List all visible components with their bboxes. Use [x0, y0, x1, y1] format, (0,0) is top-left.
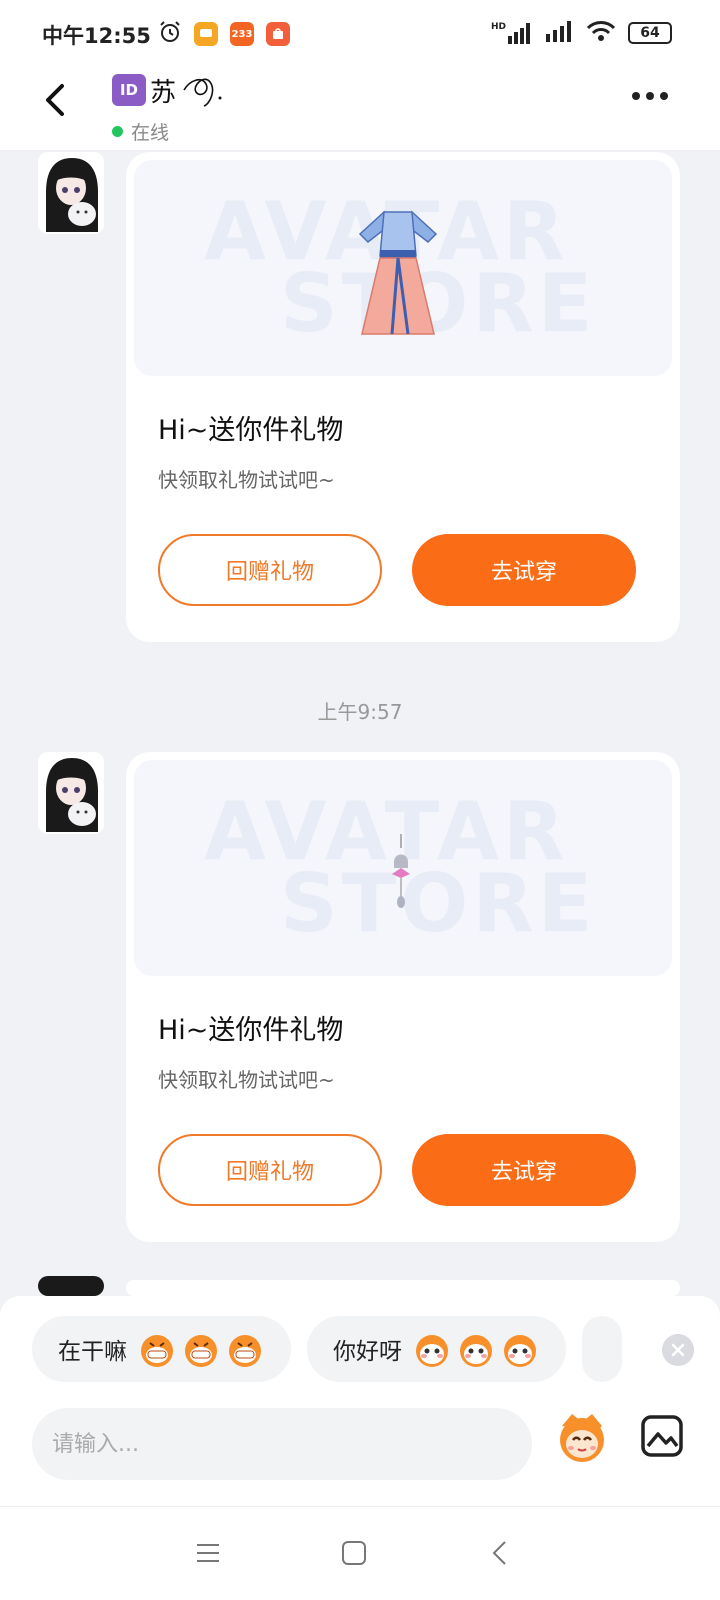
try-on-button[interactable]: 去试穿 [412, 534, 636, 606]
status-time: 中午12:55 [42, 24, 151, 48]
try-on-button[interactable]: 去试穿 [412, 1134, 636, 1206]
mascot-emoji-icon [560, 1414, 604, 1462]
online-indicator: 在线 [112, 118, 169, 145]
message-app-icon [194, 22, 218, 46]
return-gift-button[interactable]: 回赠礼物 [158, 534, 382, 606]
hanfu-dress-icon [358, 210, 438, 335]
time-divider: 上午9:57 [317, 700, 403, 724]
online-dot [112, 126, 123, 137]
back-button[interactable] [36, 80, 76, 120]
more-dot [660, 92, 668, 100]
close-quick-replies-button[interactable] [662, 1334, 694, 1366]
blushing-mascot-icon [504, 1335, 536, 1367]
nav-menu-button[interactable] [190, 1535, 226, 1571]
signature-squiggle-icon [180, 68, 224, 112]
home-square-icon [342, 1541, 366, 1565]
chevron-left-icon [492, 1541, 506, 1565]
status-indicators: HD 64 [491, 20, 672, 46]
sender-avatar[interactable] [38, 752, 104, 834]
return-gift-button[interactable]: 回赠礼物 [158, 1134, 382, 1206]
quick-reply-chip[interactable]: 在干嘛 [32, 1316, 291, 1382]
image-icon [641, 1415, 683, 1457]
blushing-mascot-icon [460, 1335, 492, 1367]
more-dot [632, 92, 640, 100]
close-icon [671, 1343, 685, 1357]
nav-home-button[interactable] [336, 1535, 372, 1571]
nav-back-button[interactable] [482, 1535, 518, 1571]
contact-title[interactable]: ID 苏 [112, 68, 224, 112]
battery-icon: 64 [628, 22, 672, 44]
gift-image-area[interactable]: AVATAR STORE [134, 760, 672, 976]
bell-charm-icon [392, 834, 410, 908]
grinning-mascot-icon [141, 1335, 173, 1367]
status-bar: 中午12:55 233 HD 64 [0, 0, 720, 62]
gift-subtitle: 快领取礼物试试吧~ [158, 1068, 335, 1092]
chat-header: ID 苏 在线 [0, 62, 720, 150]
gift-title: Hi~送你件礼物 [158, 1015, 344, 1046]
grinning-mascot-icon [229, 1335, 261, 1367]
chevron-left-icon [46, 84, 64, 116]
status-app-icons: 233 [158, 20, 290, 48]
more-options-button[interactable] [632, 92, 668, 100]
grinning-mascot-icon [185, 1335, 217, 1367]
more-dot [646, 92, 654, 100]
system-nav-bar [0, 1506, 720, 1600]
quick-reply-chip[interactable] [582, 1316, 622, 1382]
hd-signal-icon: HD [491, 22, 534, 44]
gift-title: Hi~送你件礼物 [158, 415, 344, 446]
blushing-mascot-icon [416, 1335, 448, 1367]
emoji-button[interactable] [552, 1406, 612, 1466]
quick-reply-text: 在干嘛 [58, 1339, 127, 1365]
app-233-icon: 233 [230, 22, 254, 46]
sender-avatar[interactable] [38, 1276, 104, 1296]
image-picker-button[interactable] [640, 1414, 684, 1458]
gift-card[interactable] [126, 1280, 680, 1296]
quick-reply-list[interactable]: 在干嘛 你好呀 [32, 1316, 622, 1382]
alarm-icon [158, 20, 182, 48]
shop-app-icon [266, 22, 290, 46]
quick-reply-chip[interactable]: 你好呀 [307, 1316, 566, 1382]
signal-icon [546, 20, 574, 46]
menu-icon [197, 1544, 219, 1562]
contact-name: 苏 [150, 77, 177, 108]
id-badge: ID [112, 74, 146, 106]
sender-avatar[interactable] [38, 152, 104, 234]
online-status: 在线 [131, 122, 170, 144]
gift-subtitle: 快领取礼物试试吧~ [158, 468, 335, 492]
gift-image-area[interactable]: AVATAR STORE [134, 160, 672, 376]
gift-card[interactable]: AVATAR STORE Hi~送你件礼物 快领取礼物试试吧~ 回赠礼物 去试穿 [126, 752, 680, 1242]
message-input[interactable] [32, 1408, 532, 1480]
wifi-icon [586, 20, 616, 46]
quick-reply-text: 你好呀 [333, 1339, 402, 1365]
gift-card[interactable]: AVATAR STORE Hi~送你件礼物 快领取礼物试试吧~ 回赠礼物 去试穿 [126, 152, 680, 642]
composer-panel: 在干嘛 你好呀 [0, 1296, 720, 1506]
